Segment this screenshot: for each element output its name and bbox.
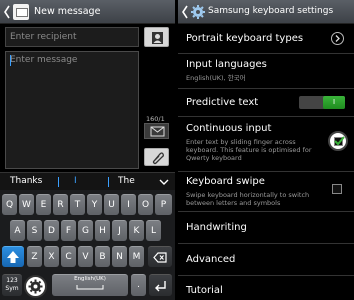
settings-item-label: Tutorial bbox=[186, 285, 223, 296]
settings-item-label: Advanced bbox=[186, 254, 236, 265]
collapse-chevron-icon[interactable] bbox=[159, 178, 169, 186]
space-key[interactable]: English(UK) bbox=[52, 274, 128, 296]
title-bar: New message bbox=[0, 0, 175, 24]
key-e[interactable]: E bbox=[36, 194, 51, 215]
page-title: Samsung keyboard settings bbox=[208, 6, 334, 16]
settings-item-advanced[interactable]: Advanced bbox=[178, 244, 354, 276]
compose-area: Enter recipient Enter message 160/1 bbox=[0, 24, 175, 172]
paperclip-icon bbox=[152, 152, 164, 165]
key-y[interactable]: Y bbox=[87, 194, 102, 215]
settings-item-label: Keyboard swipe bbox=[186, 176, 265, 187]
backspace-key[interactable] bbox=[148, 246, 172, 267]
shift-key[interactable] bbox=[2, 246, 24, 267]
envelope-icon bbox=[150, 126, 165, 137]
key-c[interactable]: C bbox=[61, 246, 76, 267]
space-key-language-label: English(UK) bbox=[74, 276, 106, 282]
continuous-input-checkbox[interactable] bbox=[328, 131, 348, 151]
key-b[interactable]: B bbox=[95, 246, 110, 267]
word-suggestion-bar: Thanks I The bbox=[0, 172, 175, 190]
settings-item-label: Continuous input bbox=[186, 123, 272, 134]
key-s[interactable]: S bbox=[27, 220, 42, 241]
key-t[interactable]: T bbox=[70, 194, 85, 215]
settings-item-summary: Enter text by sliding finger across keyb… bbox=[186, 138, 312, 162]
paperclip-button[interactable] bbox=[144, 148, 169, 166]
settings-item-continuous-input[interactable]: Continuous input Enter text by sliding f… bbox=[178, 117, 354, 172]
text-cursor bbox=[10, 55, 11, 66]
settings-item-summary: English(UK), 한국어 bbox=[186, 74, 246, 82]
symbols-key-top-label: 123 bbox=[6, 277, 18, 284]
back-chevron-icon[interactable] bbox=[3, 5, 11, 19]
settings-key[interactable] bbox=[24, 275, 47, 298]
attach-button[interactable] bbox=[144, 123, 169, 139]
title-bar: Samsung keyboard settings bbox=[178, 0, 354, 24]
keyboard-swipe-checkbox[interactable] bbox=[332, 184, 342, 194]
key-m[interactable]: M bbox=[129, 246, 144, 267]
keyboard: Q W E R T Y U I O P A S D F G H J K L Z … bbox=[0, 190, 175, 300]
suggestion-3[interactable]: The bbox=[118, 176, 135, 186]
key-i[interactable]: I bbox=[121, 194, 136, 215]
suggestion-divider bbox=[108, 177, 109, 187]
key-z[interactable]: Z bbox=[27, 246, 42, 267]
key-v[interactable]: V bbox=[78, 246, 93, 267]
message-input[interactable]: Enter message bbox=[5, 51, 139, 169]
key-n[interactable]: N bbox=[112, 246, 127, 267]
key-r[interactable]: R bbox=[53, 194, 68, 215]
key-j[interactable]: J bbox=[112, 220, 127, 241]
settings-item-predictive-text[interactable]: Predictive text I bbox=[178, 89, 354, 117]
keyboard-settings-screen: Samsung keyboard settings Portrait keybo… bbox=[178, 0, 354, 300]
symbols-key[interactable]: 123 Sym bbox=[2, 274, 22, 296]
message-placeholder: Enter message bbox=[10, 55, 78, 65]
enter-key[interactable] bbox=[149, 274, 172, 296]
recipient-input[interactable]: Enter recipient bbox=[5, 27, 139, 47]
key-p[interactable]: P bbox=[155, 194, 172, 215]
enter-arrow-icon bbox=[155, 281, 166, 292]
key-w[interactable]: W bbox=[19, 194, 34, 215]
key-g[interactable]: G bbox=[78, 220, 93, 241]
gear-icon bbox=[28, 279, 43, 294]
suggestion-1[interactable]: Thanks bbox=[10, 176, 42, 186]
shift-arrow-icon bbox=[7, 251, 19, 263]
check-mark-icon bbox=[334, 136, 345, 146]
suggestion-divider bbox=[58, 177, 59, 187]
predictive-text-toggle[interactable]: I bbox=[299, 96, 345, 109]
key-a[interactable]: A bbox=[10, 220, 25, 241]
page-title: New message bbox=[34, 6, 101, 17]
settings-gear-icon bbox=[191, 5, 205, 19]
settings-item-tutorial[interactable]: Tutorial bbox=[178, 276, 354, 300]
key-d[interactable]: D bbox=[44, 220, 59, 241]
back-chevron-icon[interactable] bbox=[181, 5, 189, 19]
settings-item-label: Portrait keyboard types bbox=[186, 33, 304, 44]
period-key[interactable]: . bbox=[131, 274, 146, 296]
key-k[interactable]: K bbox=[129, 220, 144, 241]
messages-app-icon bbox=[13, 4, 29, 20]
settings-item-input-languages[interactable]: Input languages English(UK), 한국어 bbox=[178, 54, 354, 89]
key-f[interactable]: F bbox=[61, 220, 76, 241]
contact-icon bbox=[152, 32, 163, 44]
chevron-right-icon bbox=[331, 32, 344, 45]
backspace-icon bbox=[153, 252, 167, 263]
suggestion-2[interactable]: I bbox=[74, 176, 77, 186]
settings-item-keyboard-swipe[interactable]: Keyboard swipe Swipe keyboard horizontal… bbox=[178, 172, 354, 212]
key-l[interactable]: L bbox=[146, 220, 161, 241]
space-bar-icon bbox=[76, 285, 104, 290]
toggle-on-indicator: I bbox=[323, 96, 345, 109]
settings-item-label: Handwriting bbox=[186, 222, 247, 233]
key-x[interactable]: X bbox=[44, 246, 59, 267]
settings-item-summary: Swipe keyboard horizontally to switch be… bbox=[186, 191, 310, 207]
symbols-key-bottom-label: Sym bbox=[5, 285, 19, 292]
character-counter: 160/1 bbox=[146, 115, 165, 123]
new-message-screen: New message Enter recipient Enter messag… bbox=[0, 0, 175, 300]
key-u[interactable]: U bbox=[104, 194, 119, 215]
settings-item-handwriting[interactable]: Handwriting bbox=[178, 212, 354, 244]
settings-item-label: Input languages bbox=[186, 59, 267, 70]
settings-item-portrait-keyboard-types[interactable]: Portrait keyboard types bbox=[178, 24, 354, 54]
settings-item-label: Predictive text bbox=[186, 97, 259, 108]
key-q[interactable]: Q bbox=[2, 194, 17, 215]
contacts-button[interactable] bbox=[144, 27, 169, 47]
key-h[interactable]: H bbox=[95, 220, 110, 241]
key-o[interactable]: O bbox=[138, 194, 153, 215]
